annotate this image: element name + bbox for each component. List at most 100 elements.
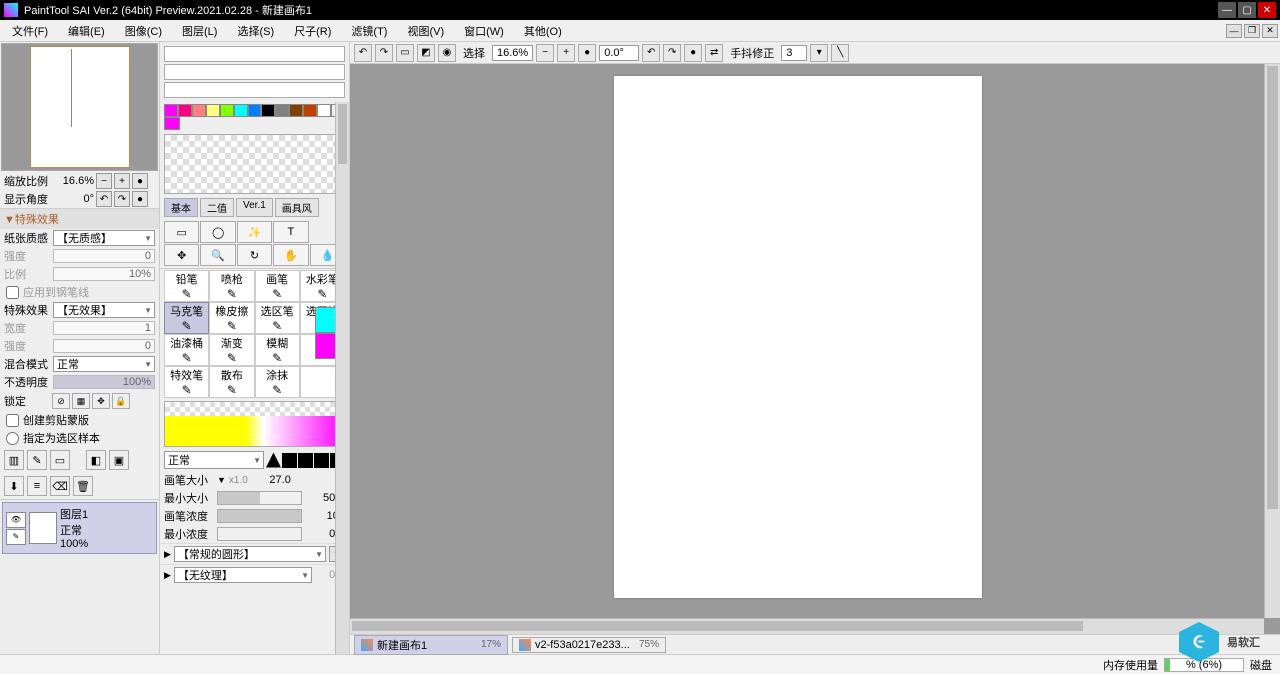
menu-edit[interactable]: 编辑(E) (60, 21, 113, 41)
toolbar-zoom[interactable]: 16.6% (492, 45, 533, 61)
lock-all-button[interactable]: 🔒 (112, 393, 130, 409)
tool-text[interactable]: T (273, 221, 308, 243)
rotate-cw-button[interactable]: ↷ (114, 191, 130, 207)
fx-section-header[interactable]: ▼特殊效果 (0, 208, 159, 229)
rotate-ccw-tb-button[interactable]: ↶ (642, 44, 660, 62)
menu-image[interactable]: 图像(C) (117, 21, 170, 41)
swatch[interactable] (289, 104, 303, 117)
lock-pixels-button[interactable]: ▦ (72, 393, 90, 409)
menu-ruler[interactable]: 尺子(R) (286, 21, 339, 41)
redo-button[interactable]: ↷ (375, 44, 393, 62)
sfx-combo[interactable]: 【无效果】 (53, 302, 155, 318)
transfer-button[interactable]: ▣ (109, 450, 129, 470)
stabilizer-menu-button[interactable]: ▾ (810, 44, 828, 62)
flip-h-button[interactable]: ⇄ (705, 44, 723, 62)
clipping-mask-checkbox[interactable] (6, 414, 19, 427)
angle-reset-button[interactable]: ● (132, 191, 148, 207)
scratchpad-2[interactable] (164, 64, 345, 80)
flatten-button[interactable]: ≡ (27, 476, 47, 496)
brush-涂抹[interactable]: 涂抹✎ (255, 366, 300, 398)
swatch-grid[interactable] (164, 134, 345, 194)
mdi-restore-button[interactable]: ❐ (1244, 24, 1260, 38)
brush-shape-sq1[interactable] (282, 453, 297, 468)
midpanel-scrollbar[interactable] (335, 102, 349, 654)
zoom-in-tb-button[interactable]: + (557, 44, 575, 62)
canvas-surface[interactable] (614, 76, 982, 598)
brush-shape-sq3[interactable] (314, 453, 329, 468)
brush-shape-tri[interactable] (266, 453, 281, 468)
brush-铅笔[interactable]: 铅笔✎ (164, 270, 209, 302)
menu-other[interactable]: 其他(O) (516, 21, 570, 41)
brush-density-slider[interactable] (217, 509, 302, 523)
sfx-width-slider[interactable]: 1 (53, 321, 155, 335)
doc-tab-1[interactable]: 新建画布117% (354, 635, 508, 655)
swatch[interactable] (234, 104, 248, 117)
brush-mindensity-slider[interactable] (217, 527, 302, 541)
tool-rotate[interactable]: ↻ (237, 244, 272, 266)
tool-lasso[interactable]: ◯ (200, 221, 235, 243)
brush-blend-combo[interactable]: 正常 (164, 451, 264, 469)
swatch[interactable] (303, 104, 317, 117)
swatch[interactable] (317, 104, 331, 117)
new-layer-button[interactable]: ▥ (4, 450, 24, 470)
swatch[interactable] (164, 117, 180, 130)
layer-thumbnail[interactable] (29, 512, 57, 544)
navigator-thumbnail[interactable] (1, 43, 158, 171)
new-linework-button[interactable]: ✎ (27, 450, 47, 470)
gradient-preview[interactable] (164, 401, 345, 447)
swatch[interactable] (248, 104, 262, 117)
deselect-button[interactable]: ▭ (396, 44, 414, 62)
layer-item[interactable]: 👁 ✎ 图层1 正常 100% (2, 502, 157, 554)
swatch[interactable] (206, 104, 220, 117)
tool-marquee[interactable]: ▭ (164, 221, 199, 243)
canvas-viewport[interactable] (350, 64, 1280, 634)
tooltab-painterly[interactable]: 画具风 (275, 198, 319, 217)
swatch[interactable] (220, 104, 234, 117)
swatch[interactable] (275, 104, 289, 117)
brush-特效笔[interactable]: 特效笔✎ (164, 366, 209, 398)
zoom-reset-button[interactable]: ● (132, 173, 148, 189)
tooltab-ver1[interactable]: Ver.1 (236, 198, 273, 217)
brush-油漆桶[interactable]: 油漆桶✎ (164, 334, 209, 366)
invert-sel-button[interactable]: ◩ (417, 44, 435, 62)
rotate-cw-tb-button[interactable]: ↷ (663, 44, 681, 62)
vertical-scrollbar[interactable] (1264, 64, 1280, 618)
brush-喷枪[interactable]: 喷枪✎ (209, 270, 254, 302)
toolbar-angle[interactable]: 0.0° (599, 45, 639, 61)
swatch[interactable] (192, 104, 206, 117)
menu-window[interactable]: 窗口(W) (456, 21, 512, 41)
mdi-minimize-button[interactable]: — (1226, 24, 1242, 38)
menu-file[interactable]: 文件(F) (4, 21, 56, 41)
swatch[interactable] (164, 104, 178, 117)
tool-wand[interactable]: ✨ (237, 221, 272, 243)
scratchpad-1[interactable] (164, 46, 345, 62)
close-button[interactable]: ✕ (1258, 2, 1276, 18)
brush-散布[interactable]: 散布✎ (209, 366, 254, 398)
clear-layer-button[interactable]: ⌫ (50, 476, 70, 496)
maximize-button[interactable]: ▢ (1238, 2, 1256, 18)
show-sel-button[interactable]: ◉ (438, 44, 456, 62)
swatch[interactable] (261, 104, 275, 117)
mdi-close-button[interactable]: ✕ (1262, 24, 1278, 38)
delete-layer-button[interactable]: 🗑 (73, 476, 93, 496)
angle-reset-tb-button[interactable]: ● (684, 44, 702, 62)
new-folder-button[interactable]: ▭ (50, 450, 70, 470)
menu-select[interactable]: 选择(S) (229, 21, 282, 41)
tooltab-basic[interactable]: 基本 (164, 198, 198, 217)
lock-none-button[interactable]: ⊘ (52, 393, 70, 409)
tool-hand[interactable]: ✋ (273, 244, 308, 266)
stabilizer-value[interactable]: 3 (781, 45, 807, 61)
brush-texture-collapse[interactable]: ▶【无纹理】0% (160, 564, 349, 585)
undo-button[interactable]: ↶ (354, 44, 372, 62)
line-tool-button[interactable]: ╲ (831, 44, 849, 62)
menu-view[interactable]: 视图(V) (399, 21, 452, 41)
doc-tab-2[interactable]: v2-f53a0217e233...75% (512, 637, 666, 653)
zoom-out-button[interactable]: − (96, 173, 112, 189)
lock-position-button[interactable]: ✥ (92, 393, 110, 409)
swatch[interactable] (178, 104, 192, 117)
minimize-button[interactable]: — (1218, 2, 1236, 18)
zoom-out-tb-button[interactable]: − (536, 44, 554, 62)
menu-layer[interactable]: 图层(L) (174, 21, 225, 41)
brush-minsize-slider[interactable] (217, 491, 302, 505)
tool-zoom[interactable]: 🔍 (200, 244, 235, 266)
